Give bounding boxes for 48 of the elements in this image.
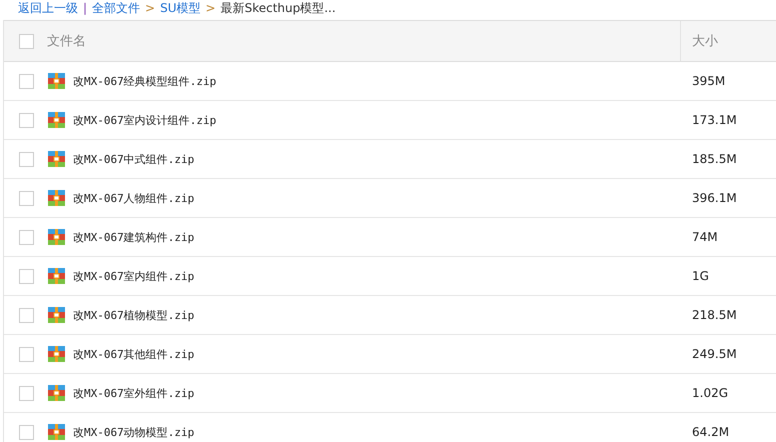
archive-icon bbox=[48, 190, 65, 206]
file-name[interactable]: 改MX-067室外组件.zip bbox=[73, 386, 194, 400]
file-size: 173.1M bbox=[691, 113, 737, 127]
file-size: 64.2M bbox=[691, 425, 730, 439]
breadcrumb-link[interactable]: SU模型 bbox=[160, 0, 201, 16]
archive-icon bbox=[48, 151, 65, 167]
file-name[interactable]: 改MX-067植物模型.zip bbox=[73, 308, 194, 322]
row-checkbox[interactable] bbox=[19, 112, 34, 128]
select-all-checkbox[interactable] bbox=[19, 34, 34, 48]
file-size: 185.5M bbox=[691, 152, 737, 166]
breadcrumb-current: 最新Skecthup模型... bbox=[220, 0, 336, 16]
row-checkbox[interactable] bbox=[19, 308, 34, 322]
breadcrumb-separator: | bbox=[83, 0, 88, 16]
row-checkbox[interactable] bbox=[19, 346, 34, 362]
row-checkbox[interactable] bbox=[19, 386, 34, 400]
file-size: 1G bbox=[691, 269, 709, 283]
row-checkbox[interactable] bbox=[19, 152, 34, 166]
file-name[interactable]: 改MX-067经典模型组件.zip bbox=[73, 74, 216, 88]
file-name[interactable]: 改MX-067动物模型.zip bbox=[73, 424, 194, 440]
file-size: 249.5M bbox=[691, 347, 737, 361]
archive-icon bbox=[48, 424, 65, 440]
archive-icon bbox=[48, 229, 65, 245]
archive-icon bbox=[48, 385, 65, 401]
breadcrumb-separator: > bbox=[145, 0, 156, 16]
breadcrumb-separator: > bbox=[206, 0, 216, 16]
file-size: 395M bbox=[691, 74, 726, 88]
archive-icon bbox=[48, 73, 65, 89]
archive-icon bbox=[48, 307, 65, 323]
breadcrumb-link[interactable]: 全部文件 bbox=[92, 0, 140, 16]
file-name[interactable]: 改MX-067室内设计组件.zip bbox=[73, 112, 216, 128]
row-checkbox[interactable] bbox=[19, 268, 34, 284]
archive-icon bbox=[48, 268, 65, 284]
row-checkbox[interactable] bbox=[19, 424, 34, 440]
row-checkbox[interactable] bbox=[19, 190, 34, 206]
archive-icon bbox=[48, 112, 65, 128]
file-size: 396.1M bbox=[691, 191, 737, 205]
file-name[interactable]: 改MX-067人物组件.zip bbox=[73, 190, 194, 206]
file-size: 1.02G bbox=[691, 386, 728, 400]
file-name[interactable]: 改MX-067室内组件.zip bbox=[73, 268, 194, 284]
row-checkbox[interactable] bbox=[19, 74, 34, 88]
file-name[interactable]: 改MX-067建筑构件.zip bbox=[73, 230, 194, 244]
row-checkbox[interactable] bbox=[19, 230, 34, 244]
file-name[interactable]: 改MX-067中式组件.zip bbox=[73, 152, 194, 166]
archive-icon bbox=[48, 346, 65, 362]
breadcrumb-link[interactable]: 返回上一级 bbox=[18, 0, 78, 16]
file-size: 218.5M bbox=[691, 308, 737, 322]
file-size: 74M bbox=[691, 230, 718, 244]
file-name[interactable]: 改MX-067其他组件.zip bbox=[73, 346, 194, 362]
